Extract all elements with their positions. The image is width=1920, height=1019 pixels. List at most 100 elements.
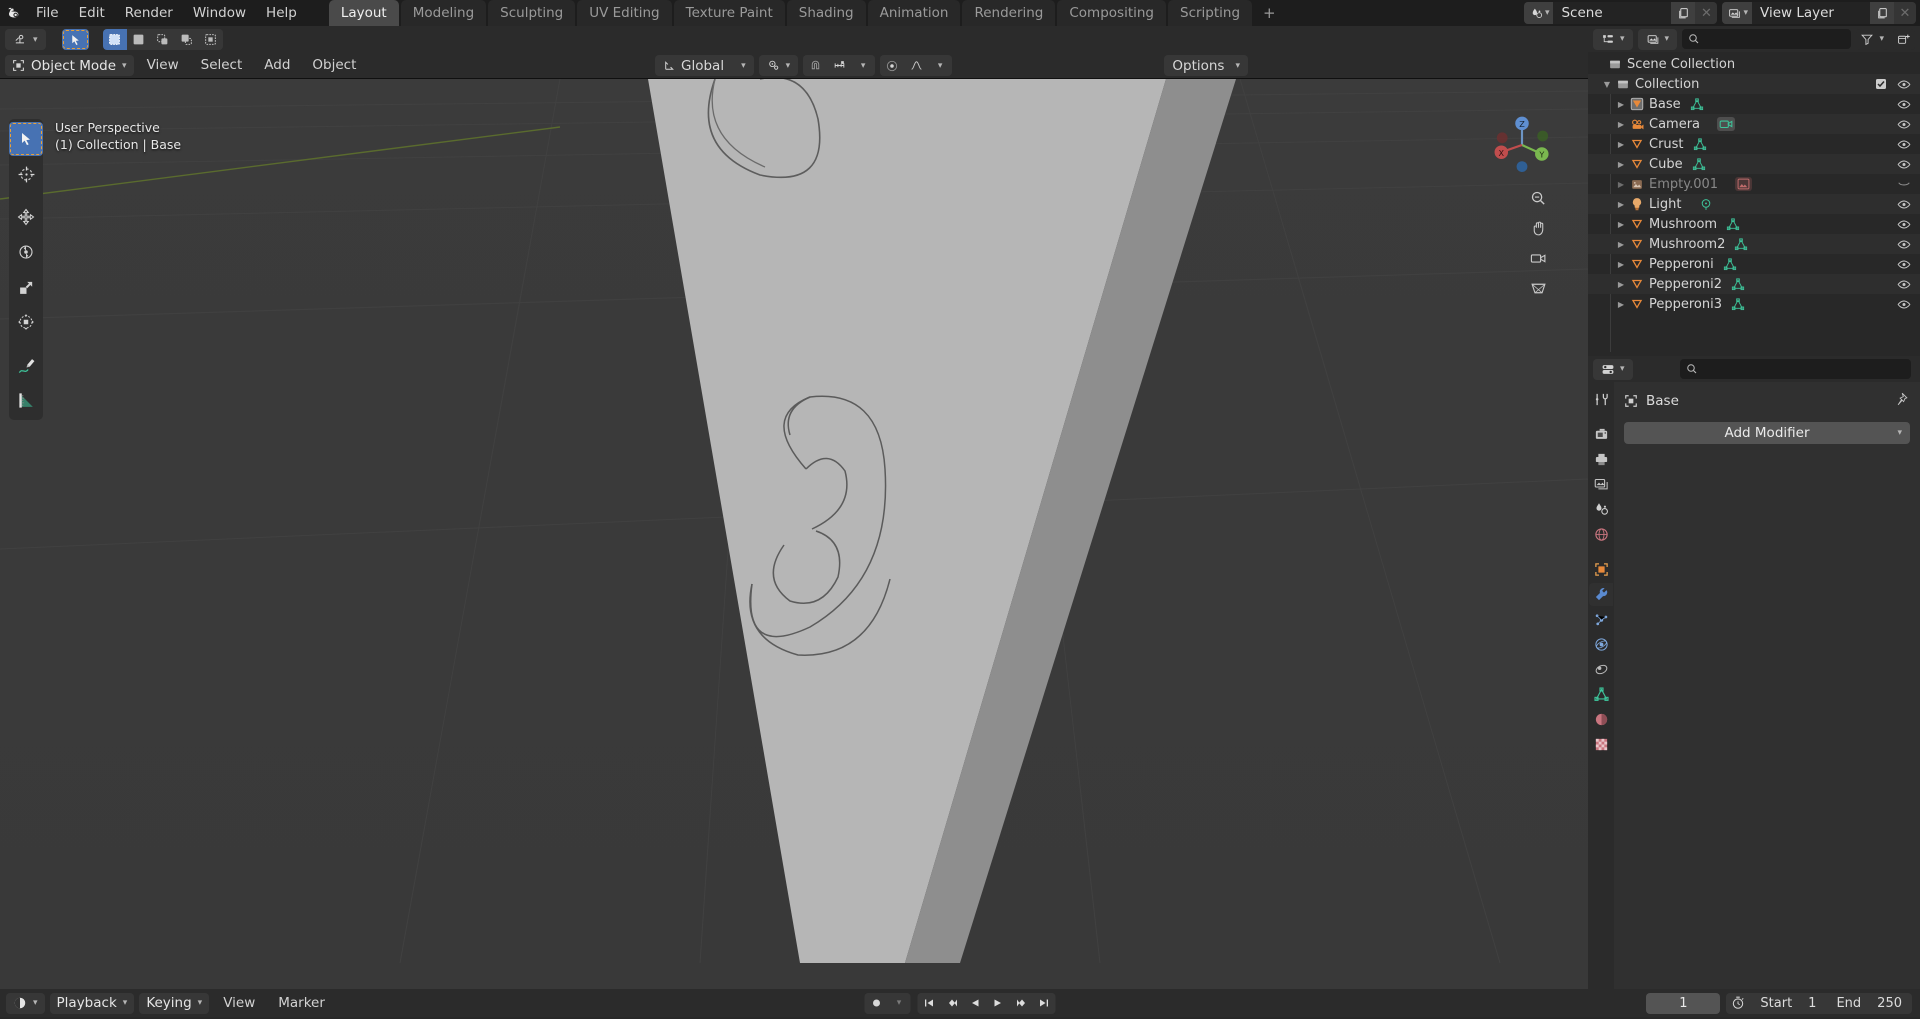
- proportional-falloff-icon[interactable]: [904, 55, 929, 76]
- outliner-editor-type-icon[interactable]: ▾: [1593, 28, 1633, 50]
- collection-checkbox[interactable]: [1875, 74, 1887, 94]
- record-icon[interactable]: [864, 992, 888, 1014]
- disclosure-triangle-icon[interactable]: ▶: [1614, 200, 1628, 209]
- active-tool-indicator[interactable]: [61, 29, 89, 50]
- outliner-display-mode-selector[interactable]: ▾: [1637, 28, 1678, 50]
- scene-tab[interactable]: [1589, 498, 1613, 521]
- workspace-tab-sculpting[interactable]: Sculpting: [488, 0, 576, 26]
- select-new-icon[interactable]: [102, 29, 127, 50]
- object-data-tab[interactable]: [1589, 683, 1613, 706]
- camera-view-icon[interactable]: [1527, 247, 1550, 270]
- visibility-eye-icon[interactable]: [1897, 294, 1911, 314]
- select-subtract-icon[interactable]: [150, 29, 175, 50]
- particles-tab[interactable]: [1589, 608, 1613, 631]
- start-frame-field[interactable]: Start 1: [1750, 993, 1826, 1014]
- timeline-menu-view[interactable]: View: [214, 993, 264, 1014]
- outliner-row-camera[interactable]: ▶ Camera: [1588, 114, 1920, 134]
- outliner-search-input[interactable]: [1682, 29, 1852, 49]
- snap-magnet-icon[interactable]: [803, 55, 828, 76]
- menu-file[interactable]: File: [26, 2, 69, 24]
- texture-tab[interactable]: [1589, 733, 1613, 756]
- end-frame-field[interactable]: End 250: [1826, 993, 1912, 1014]
- 3d-viewport[interactable]: User Perspective (1) Collection | Base Z…: [0, 79, 1588, 989]
- workspace-tab-modeling[interactable]: Modeling: [400, 0, 487, 26]
- interaction-mode-selector[interactable]: Object Mode ▾: [5, 55, 134, 76]
- current-frame-field[interactable]: 1: [1646, 992, 1721, 1014]
- view-layer-tab[interactable]: [1589, 473, 1613, 496]
- image-data-icon[interactable]: [1735, 177, 1753, 191]
- visibility-eye-icon[interactable]: [1897, 154, 1911, 174]
- tool-tab[interactable]: [1589, 388, 1613, 411]
- light-data-icon[interactable]: [1699, 198, 1713, 211]
- view-layer-name-field[interactable]: View Layer: [1752, 2, 1870, 24]
- workspace-tab-animation[interactable]: Animation: [867, 0, 961, 26]
- mesh-data-icon[interactable]: [1731, 297, 1745, 311]
- new-collection-icon[interactable]: [1893, 28, 1915, 50]
- render-tab[interactable]: [1589, 423, 1613, 446]
- menu-edit[interactable]: Edit: [69, 2, 115, 24]
- remove-view-layer-icon[interactable]: ✕: [1894, 2, 1916, 24]
- play-reverse-icon[interactable]: [963, 992, 987, 1014]
- disclosure-triangle-icon[interactable]: ▶: [1614, 300, 1628, 309]
- filter-icon[interactable]: ▾: [1856, 28, 1888, 50]
- outliner-row-pepperoni[interactable]: ▶ Pepperoni: [1588, 254, 1920, 274]
- blender-logo-icon[interactable]: [0, 0, 26, 26]
- disclosure-triangle-icon[interactable]: ▶: [1614, 160, 1628, 169]
- tweak-select-tool[interactable]: [9, 122, 43, 156]
- disclosure-triangle-icon[interactable]: ▶: [1614, 260, 1628, 269]
- play-icon[interactable]: [986, 992, 1010, 1014]
- select-mode-group[interactable]: [102, 29, 223, 50]
- select-intersect-icon[interactable]: [198, 29, 223, 50]
- mesh-data-icon[interactable]: [1723, 257, 1737, 271]
- outliner-row-crust[interactable]: ▶ Crust: [1588, 134, 1920, 154]
- mesh-data-icon[interactable]: [1734, 237, 1748, 251]
- outliner-row-light[interactable]: ▶ Light: [1588, 194, 1920, 214]
- snap-options-chevron-icon[interactable]: ▾: [851, 55, 876, 76]
- proportional-editing-icon[interactable]: [880, 55, 905, 76]
- select-invert-icon[interactable]: [174, 29, 199, 50]
- disclosure-triangle-icon[interactable]: ▶: [1614, 280, 1628, 289]
- timeline-menu-marker[interactable]: Marker: [269, 993, 334, 1014]
- add-modifier-button[interactable]: Add Modifier ▾: [1624, 422, 1910, 444]
- visibility-eye-icon[interactable]: [1897, 234, 1911, 254]
- visibility-eye-icon[interactable]: [1897, 74, 1911, 94]
- outliner-row-empty-001[interactable]: ▶ Empty.001: [1588, 174, 1920, 194]
- cursor-tool[interactable]: [9, 157, 43, 191]
- workspace-tab-rendering[interactable]: Rendering: [962, 0, 1056, 26]
- outliner-row-collection[interactable]: ▼ Collection: [1588, 74, 1920, 94]
- menu-window[interactable]: Window: [183, 2, 256, 24]
- rotate-tool[interactable]: [9, 235, 43, 269]
- new-view-layer-icon[interactable]: [1870, 2, 1894, 24]
- view-layer-icon[interactable]: ▾: [1722, 2, 1752, 24]
- mesh-data-icon[interactable]: [1693, 137, 1707, 151]
- output-tab[interactable]: [1589, 448, 1613, 471]
- properties-editor-type-icon[interactable]: ▾: [1593, 358, 1633, 380]
- timeline-menu-keying[interactable]: Keying ▾: [139, 992, 210, 1014]
- timeline-menu-playback[interactable]: Playback ▾: [49, 992, 135, 1014]
- outliner-row-cube[interactable]: ▶ Cube: [1588, 154, 1920, 174]
- pin-icon[interactable]: [1894, 392, 1908, 410]
- pivot-point-selector[interactable]: ▾: [758, 55, 799, 76]
- visibility-eye-closed-icon[interactable]: [1897, 174, 1911, 194]
- pan-icon[interactable]: [1527, 217, 1550, 240]
- tool-settings-editor-icon[interactable]: ▾: [5, 29, 46, 50]
- scene-name-field[interactable]: Scene: [1553, 2, 1672, 24]
- outliner-row-pepperoni2[interactable]: ▶ Pepperoni2: [1588, 274, 1920, 294]
- viewport-menu-object[interactable]: Object: [303, 55, 365, 76]
- workspace-tab-shading[interactable]: Shading: [786, 0, 866, 26]
- zoom-icon[interactable]: [1527, 187, 1550, 210]
- proportional-falloff-chevron-icon[interactable]: ▾: [928, 55, 953, 76]
- visibility-eye-icon[interactable]: [1897, 134, 1911, 154]
- visibility-eye-icon[interactable]: [1897, 114, 1911, 134]
- stopwatch-icon[interactable]: [1726, 996, 1750, 1010]
- transform-tool[interactable]: [9, 305, 43, 339]
- measure-tool[interactable]: [9, 383, 43, 417]
- disclosure-triangle-icon[interactable]: ▶: [1614, 140, 1628, 149]
- visibility-eye-icon[interactable]: [1897, 94, 1911, 114]
- jump-to-start-icon[interactable]: [917, 992, 941, 1014]
- properties-search-input[interactable]: [1679, 359, 1911, 379]
- visibility-eye-icon[interactable]: [1897, 254, 1911, 274]
- workspace-tab-layout[interactable]: Layout: [328, 0, 399, 26]
- physics-tab[interactable]: [1589, 633, 1613, 656]
- auto-keying-chevron-icon[interactable]: ▾: [887, 992, 911, 1014]
